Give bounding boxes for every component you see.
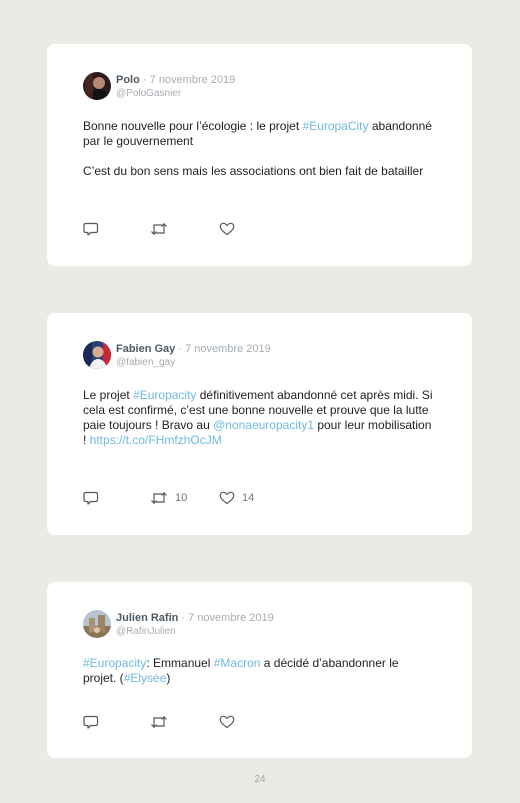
hashtag-link[interactable]: #Europacity	[83, 656, 146, 670]
heart-icon	[219, 715, 235, 729]
retweet-icon	[151, 491, 167, 505]
tweet-actions	[83, 221, 283, 237]
retweet-icon	[151, 222, 167, 236]
reply-button[interactable]	[83, 714, 99, 730]
reply-icon	[83, 222, 99, 236]
separator: ·	[181, 612, 186, 624]
tweet-paragraph: C’est du bon sens mais les associations …	[83, 164, 433, 179]
author-name[interactable]: Polo	[116, 74, 140, 86]
avatar[interactable]	[83, 72, 111, 100]
tweet-date[interactable]: 7 novembre 2019	[188, 612, 274, 624]
mention-link[interactable]: @nonaeuropacity1	[213, 418, 314, 432]
page-number: 24	[254, 774, 266, 785]
retweet-button[interactable]: 10	[150, 490, 187, 506]
tweet-date[interactable]: 7 novembre 2019	[150, 74, 236, 86]
reply-icon	[83, 715, 99, 729]
avatar[interactable]	[83, 341, 111, 369]
reply-icon	[83, 491, 99, 505]
retweet-icon	[151, 715, 167, 729]
author-handle[interactable]: @fabien_gay	[116, 357, 175, 369]
retweet-button[interactable]	[150, 714, 175, 730]
tweet-text: #Europacity: Emmanuel #Macron a décidé d…	[83, 656, 433, 686]
text-segment: Bonne nouvelle pour l’écologie : le proj…	[83, 119, 303, 133]
reply-button[interactable]	[83, 490, 99, 506]
avatar[interactable]	[83, 610, 111, 638]
author-handle[interactable]: @RafinJulien	[116, 626, 176, 638]
retweet-count: 10	[175, 492, 188, 504]
separator: ·	[178, 343, 183, 355]
tweet-text: Bonne nouvelle pour l’écologie : le proj…	[83, 119, 433, 179]
hashtag-link[interactable]: #Elysée	[124, 671, 167, 685]
tweet-paragraph: Le projet #Europacity définitivement aba…	[83, 388, 433, 448]
retweet-button[interactable]	[150, 221, 175, 237]
author-handle[interactable]: @PoloGasnier	[116, 88, 181, 100]
hashtag-link[interactable]: #Europacity	[133, 388, 196, 402]
tweet-paragraph: Bonne nouvelle pour l’écologie : le proj…	[83, 119, 433, 149]
hashtag-link[interactable]: #Macron	[214, 656, 261, 670]
tweet-card: Fabien Gay · 7 novembre 2019 @fabien_gay…	[47, 313, 472, 535]
tweet-paragraph: #Europacity: Emmanuel #Macron a décidé d…	[83, 656, 433, 686]
author-name[interactable]: Fabien Gay	[116, 343, 175, 355]
text-segment: : Emmanuel	[146, 656, 214, 670]
separator: ·	[142, 74, 147, 86]
tweet-actions	[83, 714, 283, 730]
text-segment: C’est du bon sens mais les associations …	[83, 164, 424, 178]
like-count: 14	[242, 492, 255, 504]
hashtag-link[interactable]: #EuropaCity	[302, 119, 368, 133]
url-link[interactable]: https://t.co/FHmfzhOcJM	[90, 433, 222, 447]
like-button[interactable]	[219, 221, 242, 237]
tweet-card: Julien Rafin · 7 novembre 2019 @RafinJul…	[47, 582, 472, 758]
tweet-date[interactable]: 7 novembre 2019	[185, 343, 271, 355]
heart-icon	[219, 491, 235, 505]
text-segment: Le projet	[83, 388, 134, 402]
heart-icon	[219, 222, 235, 236]
like-button[interactable]: 14	[219, 490, 254, 506]
author-name[interactable]: Julien Rafin	[116, 612, 178, 624]
text-segment: )	[166, 671, 171, 685]
tweet-text: Le projet #Europacity définitivement aba…	[83, 388, 433, 448]
tweet-actions: 10 14	[83, 490, 283, 506]
like-button[interactable]	[219, 714, 242, 730]
reply-button[interactable]	[83, 221, 99, 237]
tweet-card: Polo · 7 novembre 2019 @PoloGasnier Bonn…	[47, 44, 472, 266]
